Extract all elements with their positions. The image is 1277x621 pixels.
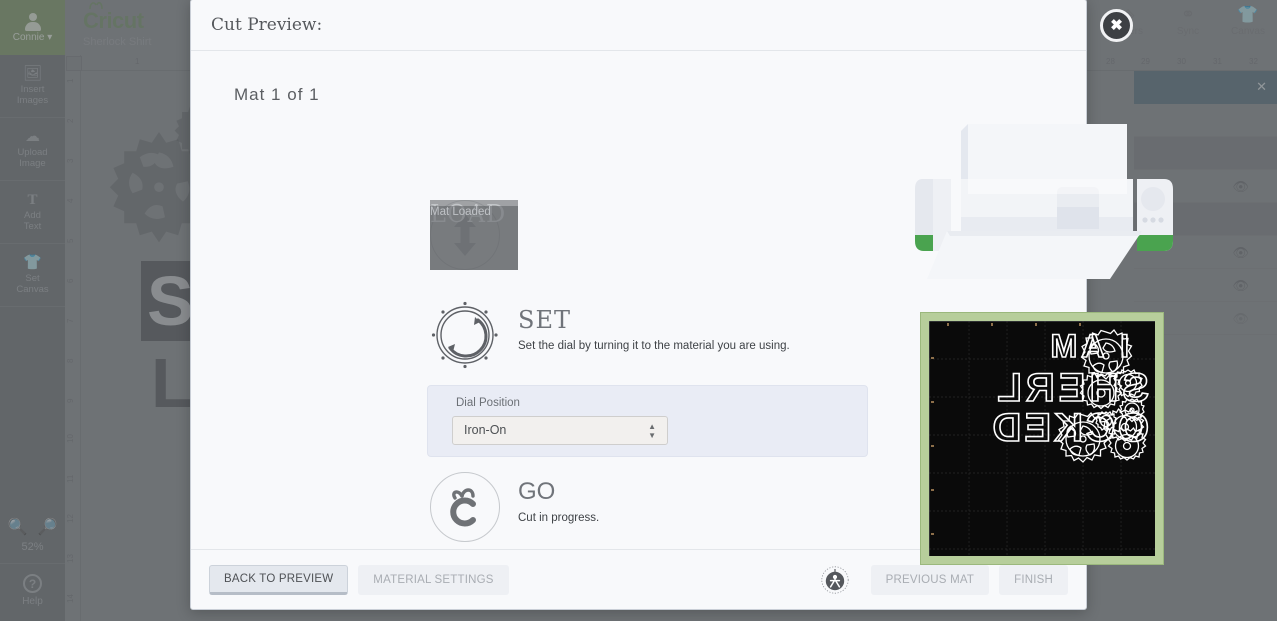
step-set: SET Set the dial by turning it to the ma… — [430, 300, 790, 370]
sidebar-item-label: Set Canvas — [16, 273, 49, 295]
ruler-corner[interactable] — [66, 56, 82, 71]
layers-panel-header: ✕ — [1134, 71, 1277, 104]
cricut-antennae-icon — [89, 1, 103, 10]
close-icon: ✖ — [1110, 17, 1123, 34]
text-icon: T — [27, 192, 38, 208]
mat-surface: I AM SHERL OCKED — [929, 321, 1155, 556]
step-subtitle: Set the dial by turning it to the materi… — [518, 340, 790, 352]
sidebar-item-insert-images[interactable]: 🖼 Insert Images — [0, 55, 65, 118]
mat-counter: Mat 1 of 1 — [234, 85, 320, 104]
sync-icon: ⚭ — [1180, 5, 1196, 24]
back-to-preview-button[interactable]: BACK TO PREVIEW — [209, 564, 349, 595]
toolbar-item-sync[interactable]: ⚭ Sync — [1165, 4, 1211, 37]
dial-position-panel: Dial Position Iron-On ▲ ▼ — [427, 385, 868, 457]
account-menu[interactable]: Connie ▾ — [0, 0, 65, 55]
tshirt-icon: 👕 — [1237, 5, 1259, 24]
modal-header: Cut Preview: — [191, 0, 1086, 51]
go-step-circle — [430, 472, 500, 542]
set-step-circle — [430, 300, 500, 370]
vertical-ruler: 1 2 3 4 5 6 7 8 9 10 11 12 13 14 15 — [65, 55, 81, 621]
sidebar-item-add-text[interactable]: T Add Text — [0, 181, 65, 244]
tshirt-icon: 👕 — [23, 254, 42, 271]
sidebar-item-upload-image[interactable]: ☁ Upload Image — [0, 118, 65, 181]
previous-mat-button[interactable]: PREVIOUS MAT — [870, 564, 990, 595]
sidebar-item-set-canvas[interactable]: 👕 Set Canvas — [0, 244, 65, 307]
eye-hidden-icon[interactable]: 👁 — [1232, 311, 1249, 327]
left-sidebar: Connie ▾ 🖼 Insert Images ☁ Upload Image T … — [0, 0, 65, 621]
account-name: Connie — [12, 31, 45, 43]
svg-text:SHERL: SHERL — [993, 366, 1149, 410]
cricut-mascot-icon[interactable] — [821, 565, 849, 594]
finish-button[interactable]: FINISH — [999, 564, 1068, 595]
material-settings-button[interactable]: MATERIAL SETTINGS — [358, 564, 509, 595]
close-icon[interactable]: ✕ — [1256, 79, 1267, 95]
brand-label: Cricut — [83, 8, 144, 33]
sidebar-item-label: Add Text — [23, 210, 42, 232]
step-load: LOAD Mat Loaded — [430, 200, 518, 270]
up-down-arrow-icon — [454, 214, 476, 256]
step-title: GO — [518, 478, 556, 505]
eye-icon[interactable]: 👁 — [1232, 278, 1249, 294]
mat-preview[interactable]: I AM SHERL OCKED — [920, 312, 1164, 565]
dial-icon — [431, 301, 498, 369]
close-modal-button[interactable]: ✖ — [1100, 9, 1133, 42]
toolbar-item-label: Canvas — [1231, 26, 1265, 37]
step-subtitle: Cut in progress. — [518, 512, 600, 524]
zoom-out-icon[interactable]: 🔍 — [8, 517, 28, 537]
app-root: Connie ▾ 🖼 Insert Images ☁ Upload Image T … — [0, 0, 1277, 621]
load-step-circle — [430, 200, 500, 270]
zoom-in-icon[interactable]: 🔎 — [38, 517, 58, 537]
zoom-controls[interactable]: 🔍 🔎 — [0, 517, 65, 537]
help-label: Help — [22, 596, 43, 607]
image-icon: 🖼 — [22, 65, 43, 82]
mat-design-preview: I AM SHERL OCKED — [929, 321, 1155, 556]
cut-preview-modal: Cut Preview: Mat 1 of 1 LOAD Mat Loaded — [190, 0, 1173, 610]
question-mark-icon: ? — [23, 574, 42, 593]
modal-body: Mat 1 of 1 LOAD Mat Loaded SET Set the d… — [191, 51, 1173, 565]
zoom-level-label: 52% — [21, 541, 44, 553]
sidebar-item-label: Upload Image — [17, 147, 48, 169]
cloud-upload-icon: ☁ — [25, 128, 40, 145]
dial-position-value: Iron-On — [464, 423, 507, 437]
cricut-logo: Cricut — [83, 1, 144, 34]
step-go: GO Cut in progress. — [430, 472, 599, 542]
toolbar-item-label: Sync — [1176, 26, 1200, 37]
project-title: Sherlock Shirt — [83, 36, 152, 48]
user-avatar-icon — [24, 12, 42, 31]
cricut-machine-icon — [905, 109, 1190, 294]
cricut-c-icon — [450, 488, 476, 527]
canvas-text-fragment: L — [151, 344, 194, 422]
modal-title: Cut Preview: — [211, 15, 323, 35]
help-button[interactable]: ? Help — [0, 563, 65, 621]
eye-icon[interactable]: 👁 — [1232, 245, 1249, 261]
dial-position-label: Dial Position — [456, 397, 520, 409]
sidebar-item-label: Insert Images — [16, 84, 49, 106]
eye-icon[interactable]: 👁 — [1232, 179, 1249, 195]
toolbar-item-canvas[interactable]: 👕 Canvas — [1225, 4, 1271, 37]
dial-position-select[interactable]: Iron-On ▲ ▼ — [452, 416, 668, 445]
step-title: SET — [518, 306, 571, 334]
spinner-updown-icon[interactable]: ▲ ▼ — [648, 422, 656, 440]
